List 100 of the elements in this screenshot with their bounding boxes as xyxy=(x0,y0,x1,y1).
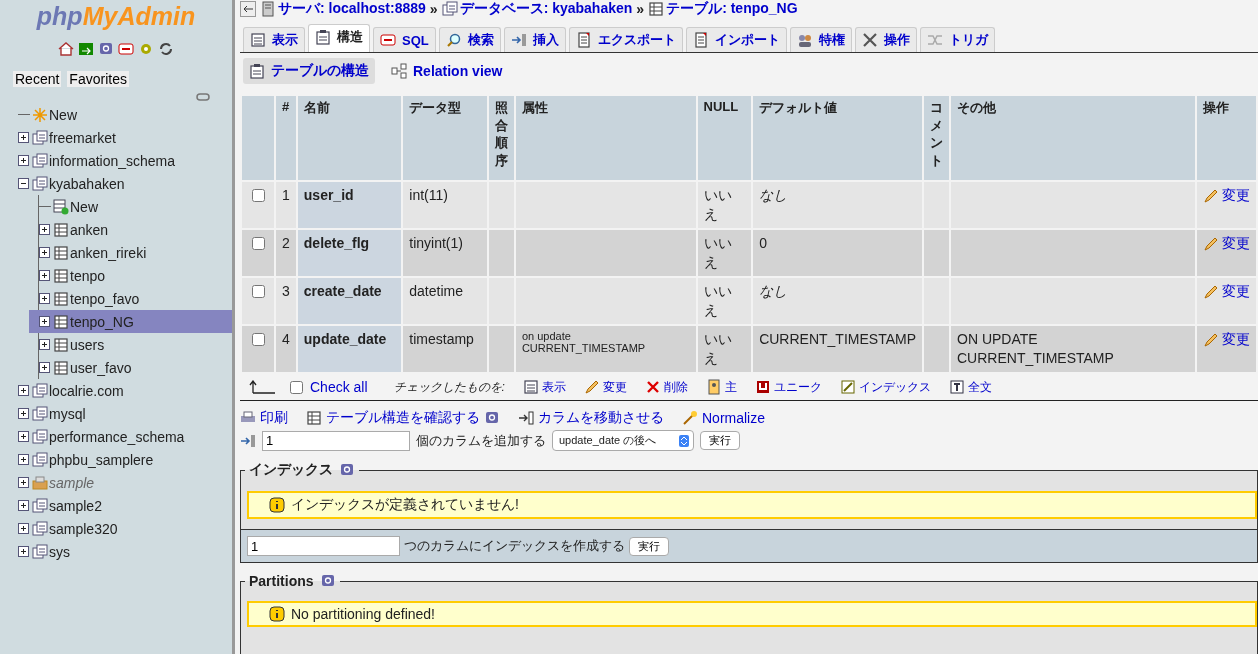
position-dropdown[interactable]: update_date の後へ xyxy=(552,430,694,451)
stepper-arrows-icon xyxy=(679,434,689,447)
bulk-action-link[interactable]: 変更 xyxy=(583,378,627,396)
tree-item[interactable]: tenpo_favo xyxy=(39,287,232,310)
tree-item[interactable]: phpbu_samplere xyxy=(18,448,232,471)
tab[interactable]: トリガ xyxy=(919,27,995,52)
table-cell: timestamp xyxy=(403,326,487,372)
subtab[interactable]: テーブルの構造 xyxy=(243,58,375,84)
tree-item[interactable]: kyabahaken xyxy=(18,172,232,195)
expand-toggle[interactable] xyxy=(18,132,29,143)
tree-item[interactable]: tenpo xyxy=(39,264,232,287)
breadcrumb-link[interactable]: サーバ: localhost:8889 xyxy=(260,0,426,18)
sidebar-tab[interactable]: Recent xyxy=(13,71,62,87)
bulk-action-link[interactable]: 削除 xyxy=(644,378,688,396)
column-header: デフォルト値 xyxy=(753,96,922,180)
check-all-checkbox[interactable] xyxy=(290,380,303,394)
tree-item[interactable]: sample320 xyxy=(18,517,232,540)
tree-item[interactable]: New xyxy=(39,195,232,218)
check-all-link[interactable]: Check all xyxy=(310,379,368,395)
go-button[interactable]: 実行 xyxy=(700,431,740,450)
table-cell: delete_flg xyxy=(297,230,402,276)
tree-item[interactable]: tenpo_NG xyxy=(29,310,232,333)
expand-toggle[interactable] xyxy=(39,316,50,327)
tab[interactable]: 表示 xyxy=(243,27,305,52)
pencil-icon xyxy=(1203,283,1219,300)
row-checkbox[interactable] xyxy=(252,237,265,250)
table-cell: 1 xyxy=(276,182,296,228)
expand-toggle[interactable] xyxy=(18,523,29,534)
column-count-field[interactable]: 1 xyxy=(262,430,410,451)
bulk-action-link[interactable]: 主 xyxy=(705,378,737,396)
users-icon xyxy=(796,32,813,48)
panel-legend: Partitions xyxy=(249,573,314,589)
expand-toggle[interactable] xyxy=(39,224,50,235)
tree-item[interactable]: freemarket xyxy=(18,126,232,149)
tree-item[interactable]: sample xyxy=(18,471,232,494)
tab[interactable]: 検索 xyxy=(438,27,501,52)
tab[interactable]: 特権 xyxy=(789,27,852,52)
breadcrumb-separator: » xyxy=(636,1,645,17)
expand-toggle[interactable] xyxy=(39,362,50,373)
cross-icon xyxy=(644,379,661,395)
tab[interactable]: 構造 xyxy=(308,24,370,52)
tree-item[interactable]: users xyxy=(39,333,232,356)
tree-item[interactable]: localrie.com xyxy=(18,379,232,402)
tree-item[interactable]: mysql xyxy=(18,402,232,425)
expand-toggle[interactable] xyxy=(18,431,29,442)
tool-link[interactable]: カラムを移動させる xyxy=(518,409,664,427)
collapse-toggle[interactable] xyxy=(18,178,29,189)
tab[interactable]: SQL xyxy=(373,27,436,52)
database-icon xyxy=(32,428,48,445)
table-cell: 0 xyxy=(753,230,922,276)
expand-toggle[interactable] xyxy=(18,155,29,166)
go-button[interactable]: 実行 xyxy=(629,536,669,556)
expand-toggle[interactable] xyxy=(39,270,50,281)
tree-item[interactable]: sample2 xyxy=(18,494,232,517)
link-icon[interactable] xyxy=(196,93,210,101)
help-icon xyxy=(319,573,336,589)
expand-toggle[interactable] xyxy=(18,477,29,488)
bulk-action-link[interactable]: 表示 xyxy=(522,378,566,396)
table-icon xyxy=(53,313,69,330)
document-icon xyxy=(692,32,709,48)
tree-item[interactable]: New xyxy=(18,103,232,126)
column-header: 操作 xyxy=(1197,96,1256,180)
row-checkbox[interactable] xyxy=(252,189,265,202)
column-header: 名前 xyxy=(297,96,402,180)
expand-toggle[interactable] xyxy=(18,385,29,396)
tab[interactable]: エクスポート xyxy=(568,27,683,52)
tree-item[interactable]: user_favo xyxy=(39,356,232,379)
bulk-action-link[interactable]: 全文 xyxy=(948,378,992,396)
expand-toggle[interactable] xyxy=(18,500,29,511)
home-icon xyxy=(58,41,74,57)
expand-toggle[interactable] xyxy=(18,408,29,419)
index-column-count-field[interactable]: 1 xyxy=(247,536,400,556)
tree-item[interactable]: anken xyxy=(39,218,232,241)
tree-item[interactable]: anken_rireki xyxy=(39,241,232,264)
tool-link[interactable]: 印刷 xyxy=(240,409,288,427)
expand-toggle[interactable] xyxy=(18,546,29,557)
tab[interactable]: 挿入 xyxy=(503,27,566,52)
tab[interactable]: 操作 xyxy=(854,27,917,52)
table-icon xyxy=(53,336,69,353)
panel-legend: インデックス xyxy=(249,461,333,479)
tree-item[interactable]: performance_schema xyxy=(18,425,232,448)
tree-item[interactable]: information_schema xyxy=(18,149,232,172)
tool-link[interactable]: テーブル構造を確認する xyxy=(306,409,480,427)
breadcrumb-link[interactable]: テーブル: tenpo_NG xyxy=(648,0,798,18)
expand-toggle[interactable] xyxy=(18,454,29,465)
row-checkbox[interactable] xyxy=(252,333,265,346)
breadcrumb-link[interactable]: データベース: kyabahaken xyxy=(441,0,633,18)
bulk-action-link[interactable]: インデックス xyxy=(839,378,931,396)
wand-icon xyxy=(682,410,698,426)
row-checkbox[interactable] xyxy=(252,285,265,298)
back-button[interactable] xyxy=(240,1,256,17)
expand-toggle[interactable] xyxy=(39,293,50,304)
tree-item[interactable]: sys xyxy=(18,540,232,563)
expand-toggle[interactable] xyxy=(39,247,50,258)
subtab[interactable]: Relation view xyxy=(385,58,509,84)
bulk-action-link[interactable]: ユニーク xyxy=(754,378,822,396)
tool-link[interactable]: Normalize xyxy=(682,410,765,426)
tab[interactable]: インポート xyxy=(685,27,787,52)
expand-toggle[interactable] xyxy=(39,339,50,350)
sidebar-tab[interactable]: Favorites xyxy=(67,71,129,87)
